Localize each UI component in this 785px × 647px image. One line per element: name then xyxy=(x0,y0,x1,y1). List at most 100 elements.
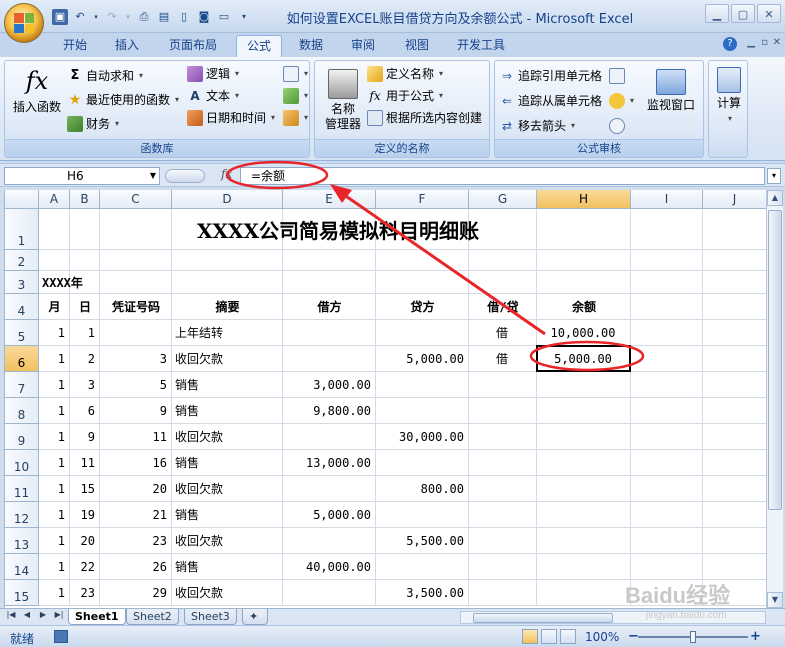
normal-view-icon[interactable] xyxy=(522,629,538,644)
cell-voucher[interactable]: 29 xyxy=(103,584,167,602)
name-box[interactable]: H6 ▼ xyxy=(4,167,160,185)
column-header-d[interactable]: D xyxy=(172,190,283,209)
ribbon-restore-icon[interactable]: ▫ xyxy=(761,37,768,48)
cell-summary[interactable]: 销售 xyxy=(175,402,278,420)
cell-summary[interactable]: 收回欠款 xyxy=(175,428,278,446)
zoom-in-icon[interactable]: + xyxy=(750,629,761,644)
horizontal-scroll-thumb[interactable] xyxy=(473,613,613,623)
insert-sheet-icon[interactable]: ✦ xyxy=(242,609,268,625)
sheet-title[interactable]: XXXX公司简易模拟科目明细账 xyxy=(39,214,637,248)
row-header-1[interactable]: 1 xyxy=(5,209,39,250)
row-header-6[interactable]: 6 xyxy=(5,346,39,372)
redo-icon[interactable]: ↷ xyxy=(104,9,120,25)
cell-month[interactable]: 1 xyxy=(42,428,65,446)
first-sheet-icon[interactable]: |◀ xyxy=(4,610,18,619)
header-direction[interactable]: 借/贷 xyxy=(469,298,537,316)
next-sheet-icon[interactable]: ▶ xyxy=(36,610,50,619)
formula-expand-pill-icon[interactable] xyxy=(165,169,205,183)
cell-summary[interactable]: 销售 xyxy=(175,376,278,394)
logical-button[interactable]: 逻辑 ▾ xyxy=(187,64,239,84)
use-in-formula-button[interactable]: fx 用于公式 ▾ xyxy=(367,86,443,106)
header-balance[interactable]: 余额 xyxy=(537,298,631,316)
tab-insert[interactable]: 插入 xyxy=(106,35,148,57)
tab-view[interactable]: 视图 xyxy=(396,35,438,57)
text-button[interactable]: A 文本 ▾ xyxy=(187,86,239,106)
cell-debit[interactable]: 40,000.00 xyxy=(286,558,371,576)
tab-page-layout[interactable]: 页面布局 xyxy=(162,35,224,57)
ribbon-close-icon[interactable]: ✕ xyxy=(773,37,781,48)
cell-day[interactable]: 2 xyxy=(73,350,95,368)
insert-function-fx-icon[interactable]: fx xyxy=(221,167,232,181)
watch-window-button[interactable]: 监视窗口 xyxy=(641,69,701,113)
evaluate-formula-button[interactable] xyxy=(609,116,625,136)
autosum-button[interactable]: Σ 自动求和 ▾ xyxy=(67,66,143,86)
sheet-tab-3[interactable]: Sheet3 xyxy=(184,609,237,625)
prev-sheet-icon[interactable]: ◀ xyxy=(20,610,34,619)
show-formulas-button[interactable] xyxy=(609,66,625,86)
horizontal-scrollbar[interactable] xyxy=(460,611,766,624)
cell-month[interactable]: 1 xyxy=(42,558,65,576)
cell-voucher[interactable]: 11 xyxy=(103,428,167,446)
last-sheet-icon[interactable]: ▶| xyxy=(52,610,66,619)
close-button[interactable]: ✕ xyxy=(757,4,781,23)
cell-summary[interactable]: 上年结转 xyxy=(175,324,278,342)
math-button[interactable]: ▾ xyxy=(283,86,308,106)
row-header-4[interactable]: 4 xyxy=(5,294,39,320)
cell-month[interactable]: 1 xyxy=(42,480,65,498)
cell-summary[interactable]: 收回欠款 xyxy=(175,350,278,368)
row-header-10[interactable]: 10 xyxy=(5,450,39,476)
define-name-button[interactable]: 定义名称 ▾ xyxy=(367,64,443,84)
tab-data[interactable]: 数据 xyxy=(290,35,332,57)
cell-direction[interactable]: 借 xyxy=(472,350,532,368)
cell-credit[interactable]: 3,500.00 xyxy=(379,584,464,602)
remove-arrows-button[interactable]: ⇄ 移去箭头 ▾ xyxy=(499,116,575,136)
redo-dropdown-icon[interactable]: ▾ xyxy=(124,9,132,25)
header-day[interactable]: 日 xyxy=(70,298,100,316)
sheet-tab-2[interactable]: Sheet2 xyxy=(126,609,179,625)
header-voucher[interactable]: 凭证号码 xyxy=(100,298,172,316)
cell-day[interactable]: 11 xyxy=(73,454,95,472)
cell-voucher[interactable]: 5 xyxy=(103,376,167,394)
name-manager-button[interactable]: 名称 管理器 xyxy=(319,69,367,132)
cell-month[interactable]: 1 xyxy=(42,454,65,472)
header-credit[interactable]: 贷方 xyxy=(376,298,469,316)
cell-summary[interactable]: 销售 xyxy=(175,454,278,472)
column-header-b[interactable]: B xyxy=(70,190,100,209)
cell-summary[interactable]: 收回欠款 xyxy=(175,584,278,602)
minimize-button[interactable]: ▁ xyxy=(705,4,729,23)
cell-month[interactable]: 1 xyxy=(42,506,65,524)
recent-functions-button[interactable]: ★ 最近使用的函数 ▾ xyxy=(67,90,179,110)
sheet-tab-1[interactable]: Sheet1 xyxy=(68,609,126,625)
cell-credit[interactable]: 30,000.00 xyxy=(379,428,464,446)
cell-summary[interactable]: 销售 xyxy=(175,506,278,524)
cell-month[interactable]: 1 xyxy=(42,350,65,368)
tab-review[interactable]: 审阅 xyxy=(342,35,384,57)
trace-precedents-button[interactable]: ⇒ 追踪引用单元格 xyxy=(499,66,602,86)
cell-day[interactable]: 3 xyxy=(73,376,95,394)
scroll-down-icon[interactable]: ▼ xyxy=(767,592,783,608)
cell-day[interactable]: 6 xyxy=(73,402,95,420)
calculation-options-button[interactable]: 计算 ▾ xyxy=(711,67,747,126)
cell-credit[interactable]: 800.00 xyxy=(379,480,464,498)
worksheet-grid[interactable]: A B C D E F G H I J 1 2 3 4 5 6 7 8 9 10 11 12 13 14 15 XXXX公司简易模… xyxy=(4,190,766,608)
column-header-g[interactable]: G xyxy=(469,190,537,209)
office-button[interactable] xyxy=(4,3,44,43)
cell-voucher[interactable]: 26 xyxy=(103,558,167,576)
tab-developer[interactable]: 开发工具 xyxy=(450,35,512,57)
cell-voucher[interactable]: 3 xyxy=(103,350,167,368)
header-summary[interactable]: 摘要 xyxy=(172,298,283,316)
help-icon[interactable]: ? xyxy=(723,37,737,51)
tab-home[interactable]: 开始 xyxy=(54,35,96,57)
cell-day[interactable]: 20 xyxy=(73,532,95,550)
cell-debit[interactable]: 13,000.00 xyxy=(286,454,371,472)
undo-dropdown-icon[interactable]: ▾ xyxy=(92,9,100,25)
cell-credit[interactable]: 5,500.00 xyxy=(379,532,464,550)
header-month[interactable]: 月 xyxy=(39,298,70,316)
cell-debit[interactable]: 3,000.00 xyxy=(286,376,371,394)
column-header-f[interactable]: F xyxy=(376,190,469,209)
cell-day[interactable]: 23 xyxy=(73,584,95,602)
cell-summary[interactable]: 销售 xyxy=(175,558,278,576)
financial-button[interactable]: 财务 ▾ xyxy=(67,114,119,134)
maximize-button[interactable]: ▢ xyxy=(731,4,755,23)
tab-formulas[interactable]: 公式 xyxy=(236,35,282,57)
